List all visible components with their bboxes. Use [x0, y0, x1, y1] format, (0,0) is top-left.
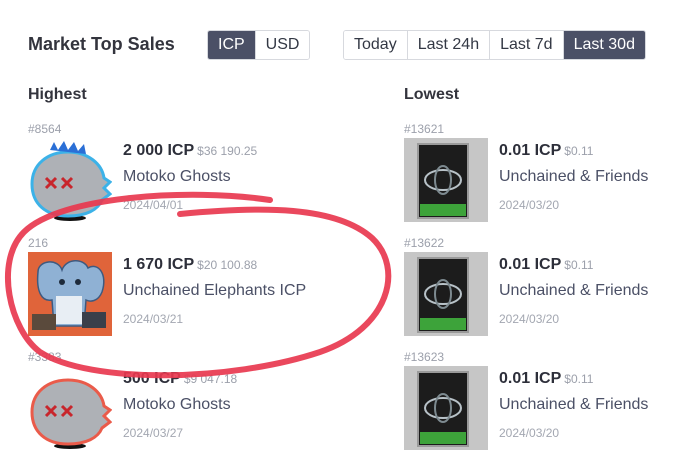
- lowest-item[interactable]: #13621 0.01 ICP $0.11 Unchained & Friends…: [404, 122, 674, 226]
- sale-date: 2024/03/20: [499, 426, 560, 440]
- card-icon: [404, 366, 488, 450]
- sale-date: 2024/03/20: [499, 198, 560, 212]
- price-icp: 500 ICP: [123, 370, 181, 387]
- collection-link[interactable]: Unchained & Friends: [499, 396, 648, 414]
- collection-link[interactable]: Unchained Elephants ICP: [123, 282, 306, 300]
- lowest-item[interactable]: #13623 0.01 ICP $0.11 Unchained & Friends…: [404, 350, 674, 454]
- collection-link[interactable]: Unchained & Friends: [499, 168, 648, 186]
- highest-heading: Highest: [28, 86, 87, 103]
- price-usd: $36 190.25: [197, 144, 258, 158]
- highest-item[interactable]: #8564 2 000 ICP $36 190.25 Motoko Ghosts …: [28, 122, 328, 226]
- token-id: #3383: [28, 350, 62, 364]
- period-toggle: Today Last 24h Last 7d Last 30d: [343, 30, 646, 60]
- price-usd: $0.11: [564, 372, 594, 386]
- currency-usd-button[interactable]: USD: [255, 31, 310, 59]
- price-usd: $0.11: [564, 144, 594, 158]
- price-icp: 0.01 ICP: [499, 142, 562, 159]
- period-24h-button[interactable]: Last 24h: [407, 31, 491, 59]
- highest-item[interactable]: #3383 500 ICP $9 047.18 Motoko Ghosts 202…: [28, 350, 328, 454]
- collection-link[interactable]: Unchained & Friends: [499, 282, 648, 300]
- price-usd: $0.11: [564, 258, 594, 272]
- sale-date: 2024/04/01: [123, 198, 184, 212]
- token-id: #8564: [28, 122, 62, 136]
- price-icp: 2 000 ICP: [123, 142, 195, 159]
- page-title: Market Top Sales: [28, 34, 175, 54]
- token-id: 216: [28, 236, 49, 250]
- currency-toggle: ICP USD: [207, 30, 311, 60]
- price-usd: $9 047.18: [183, 372, 238, 386]
- period-today-button[interactable]: Today: [344, 31, 408, 59]
- lowest-item[interactable]: #13622 0.01 ICP $0.11 Unchained & Friends…: [404, 236, 674, 340]
- token-id: #13623: [404, 350, 445, 364]
- ghost-icon: [30, 141, 112, 221]
- highest-item[interactable]: 216 1 670 ICP $20 100.88 Unchained Elepha…: [28, 236, 328, 340]
- sale-date: 2024/03/20: [499, 312, 560, 326]
- card-icon: [404, 138, 488, 222]
- period-7d-button[interactable]: Last 7d: [490, 31, 564, 59]
- price-usd: $20 100.88: [197, 258, 258, 272]
- price-icp: 1 670 ICP: [123, 256, 195, 273]
- price-icp: 0.01 ICP: [499, 370, 562, 387]
- token-id: #13621: [404, 122, 445, 136]
- sale-date: 2024/03/27: [123, 426, 184, 440]
- currency-icp-button[interactable]: ICP: [208, 31, 256, 59]
- collection-link[interactable]: Motoko Ghosts: [123, 396, 231, 414]
- lowest-heading: Lowest: [404, 86, 460, 103]
- period-30d-button[interactable]: Last 30d: [563, 31, 645, 59]
- token-id: #13622: [404, 236, 445, 250]
- price-icp: 0.01 ICP: [499, 256, 562, 273]
- ghost-icon: [30, 378, 112, 449]
- elephant-icon: [28, 252, 112, 336]
- card-icon: [404, 252, 488, 336]
- sale-date: 2024/03/21: [123, 312, 184, 326]
- collection-link[interactable]: Motoko Ghosts: [123, 168, 231, 186]
